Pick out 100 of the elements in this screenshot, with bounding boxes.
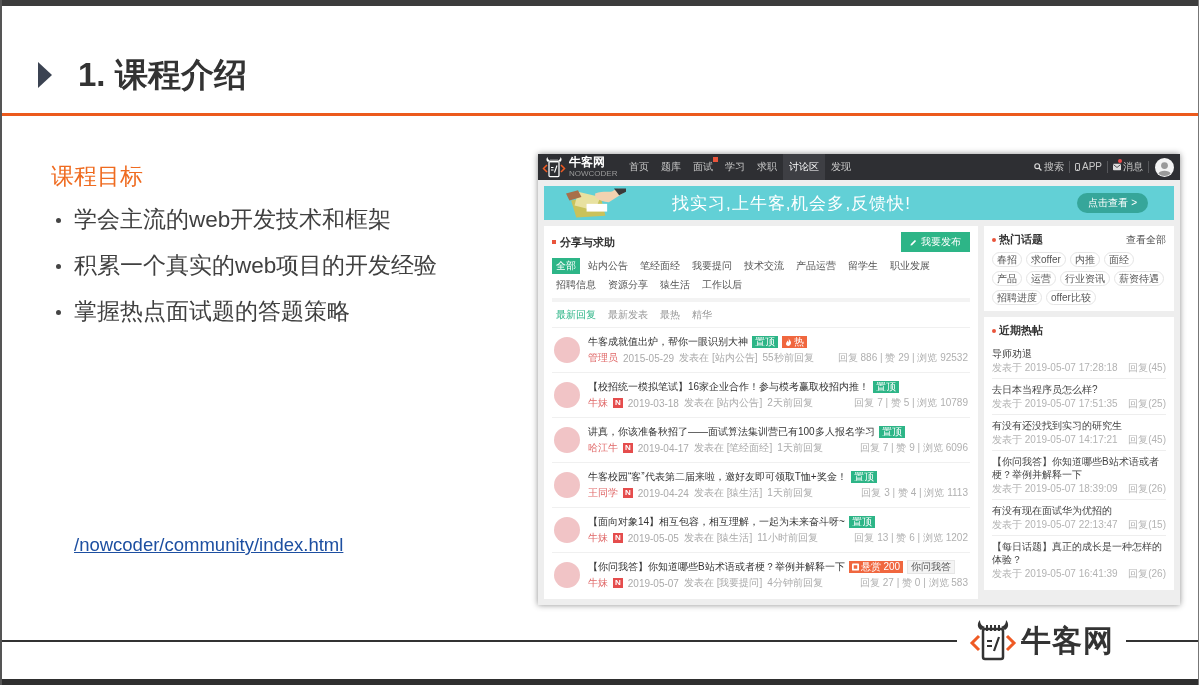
recent-post-title[interactable]: 导师劝退 [992,347,1166,360]
author-name[interactable]: 哈江牛 [588,441,618,455]
post-board: 发表在 [站内公告] [683,396,763,410]
pinned-tag: 置顶 [873,381,900,393]
search-icon [1034,163,1042,171]
last-reply-time: 2天前回复 [767,396,813,410]
post-title[interactable]: 牛客校园“客”代表第二届来啦，邀好友即可领取T恤+奖金！ [588,470,847,484]
category-tab[interactable]: 留学生 [844,258,882,274]
category-tab[interactable]: 产品运营 [792,258,840,274]
section-marker-icon [992,237,996,242]
tag-label: 热 [794,336,804,348]
app-button[interactable]: APP [1070,161,1108,173]
post-board: 发表在 [猿生活] [683,531,753,545]
section-marker-icon [992,328,996,333]
topic-tag: 你问我答 [907,560,956,574]
bullet-text: 积累一个真实的web项目的开发经验 [74,252,438,280]
post-date: 2019-05-07 [627,577,679,589]
nav-tab[interactable]: 面试 [687,154,720,180]
nav-tab[interactable]: 学习 [719,154,752,180]
user-avatar[interactable] [554,337,580,363]
logo-text: 牛客网 [1021,622,1114,659]
post-time: 发表于 2019-05-07 14:17:21 [992,434,1118,446]
recent-post-title[interactable]: 去日本当程序员怎么样? [992,383,1166,396]
logo-icon [542,156,566,178]
view-all-link[interactable]: 查看全部 [1126,232,1166,247]
nav-tab[interactable]: 求职 [751,154,784,180]
pinned-tag: 置顶 [752,336,778,348]
recent-post-title[interactable]: 有没有现在面试华为优招的 [992,504,1166,517]
avatar-icon[interactable] [1155,157,1174,177]
nav-tab[interactable]: 首页 [623,154,656,180]
reply-count: 回复(26) [1128,483,1166,495]
nav-tab[interactable]: 发现 [825,154,858,180]
user-badge: N [613,533,623,543]
banner-text: 找实习,上牛客,机会多,反馈快! [672,192,911,215]
last-reply-time: 1天前回复 [777,441,823,455]
logo-icon [969,620,1017,662]
post-title[interactable]: 【校招统一模拟笔试】16家企业合作！参与模考赢取校招内推！ [588,380,870,394]
last-reply-time: 55秒前回复 [762,351,814,365]
reply-count: 回复(15) [1128,519,1166,531]
nav-tab[interactable]: 题库 [655,154,688,180]
user-avatar[interactable] [554,517,580,543]
pinned-tag: 置顶 [878,426,905,438]
messages-button[interactable]: 消息 [1108,161,1149,173]
post-board: 发表在 [笔经面经] [693,441,773,455]
pencil-icon [910,238,917,246]
category-tab[interactable]: 我要提问 [688,258,736,274]
post-date: 2019-05-05 [627,532,679,544]
user-avatar[interactable] [554,472,580,498]
post-title[interactable]: 牛客成就值出炉，帮你一眼识别大神 [588,335,748,349]
post-title[interactable]: 【面向对象14】相互包容，相互理解，一起为未来奋斗呀~ [588,515,845,529]
reply-count: 回复(25) [1128,398,1166,410]
recent-post-title[interactable]: 有没有还没找到实习的研究生 [992,419,1166,432]
category-tab[interactable]: 技术交流 [740,258,788,274]
reply-count: 回复(45) [1128,434,1166,446]
post-stats: 回复 7 | 赞 9 | 浏览 6096 [860,441,968,455]
post-date: 2019-03-18 [627,397,679,409]
user-avatar[interactable] [554,382,580,408]
pinned-tag: 置顶 [850,471,877,483]
category-tab[interactable]: 资源分享 [604,277,652,293]
pinned-tag: 置顶 [848,516,875,528]
bullet-icon [56,217,61,223]
banner-illustration-drawing [566,186,626,220]
nav-tab[interactable]: 讨论区 [783,154,826,180]
post-time: 发表于 2019-05-07 17:28:18 [992,362,1118,374]
category-tab[interactable]: 站内公告 [584,258,632,274]
search-button[interactable]: 搜索 [1029,161,1070,173]
bullet-text: 掌握热点面试题的答题策略 [74,298,350,326]
recent-post-title[interactable]: 【每日话题】真正的成长是一种怎样的体验？ [992,540,1166,566]
user-badge: N [623,488,633,498]
post-stats: 回复 13 | 赞 6 | 浏览 1202 [854,531,968,545]
category-tab[interactable]: 笔经面经 [636,258,684,274]
url-link[interactable]: /nowcoder/community/index.html [74,533,344,557]
post-stats: 回复 3 | 赞 4 | 浏览 1113 [861,486,968,500]
last-reply-time: 11小时前回复 [757,531,818,545]
post-board: 发表在 [我要提问] [683,576,763,590]
card-title: 近期热帖 [999,323,1043,338]
user-badge: N [613,578,623,588]
category-tab[interactable]: 职业发展 [886,258,934,274]
post-title[interactable]: 讲真，你该准备秋招了——面试算法集训营已有100多人报名学习 [588,425,875,439]
recent-post-title[interactable]: 【你问我答】你知道哪些B站术语或者梗？举例并解释一下 [992,455,1166,481]
tag-label: 悬赏 200 [860,561,901,573]
post-board: 发表在 [猿生活] [693,486,763,500]
post-time: 发表于 2019-05-07 22:13:47 [992,519,1118,531]
post-date: 2019-04-17 [637,442,689,454]
author-name[interactable]: 王同学 [588,486,618,500]
post-date: 2015-05-29 [623,352,675,364]
section-marker-icon [552,240,556,244]
category-tab[interactable]: 猿生活 [656,277,694,293]
phone-icon [1075,163,1080,171]
user-avatar[interactable] [554,427,580,453]
last-reply-time: 1天前回复 [767,486,813,500]
category-tab[interactable]: 招聘信息 [552,277,600,293]
post-title[interactable]: 【你问我答】你知道哪些B站术语或者梗？举例并解释一下 [588,560,845,574]
post-stats: 回复 7 | 赞 5 | 浏览 10789 [854,396,968,410]
post-board: 发表在 [站内公告] [679,351,758,365]
category-tab[interactable]: 工作以后 [698,277,746,293]
user-badge: N [613,398,623,408]
feed-title: 分享与求助 [560,234,615,250]
post-stats: 回复 27 | 赞 0 | 浏览 583 [860,576,968,590]
user-avatar[interactable] [554,562,580,588]
